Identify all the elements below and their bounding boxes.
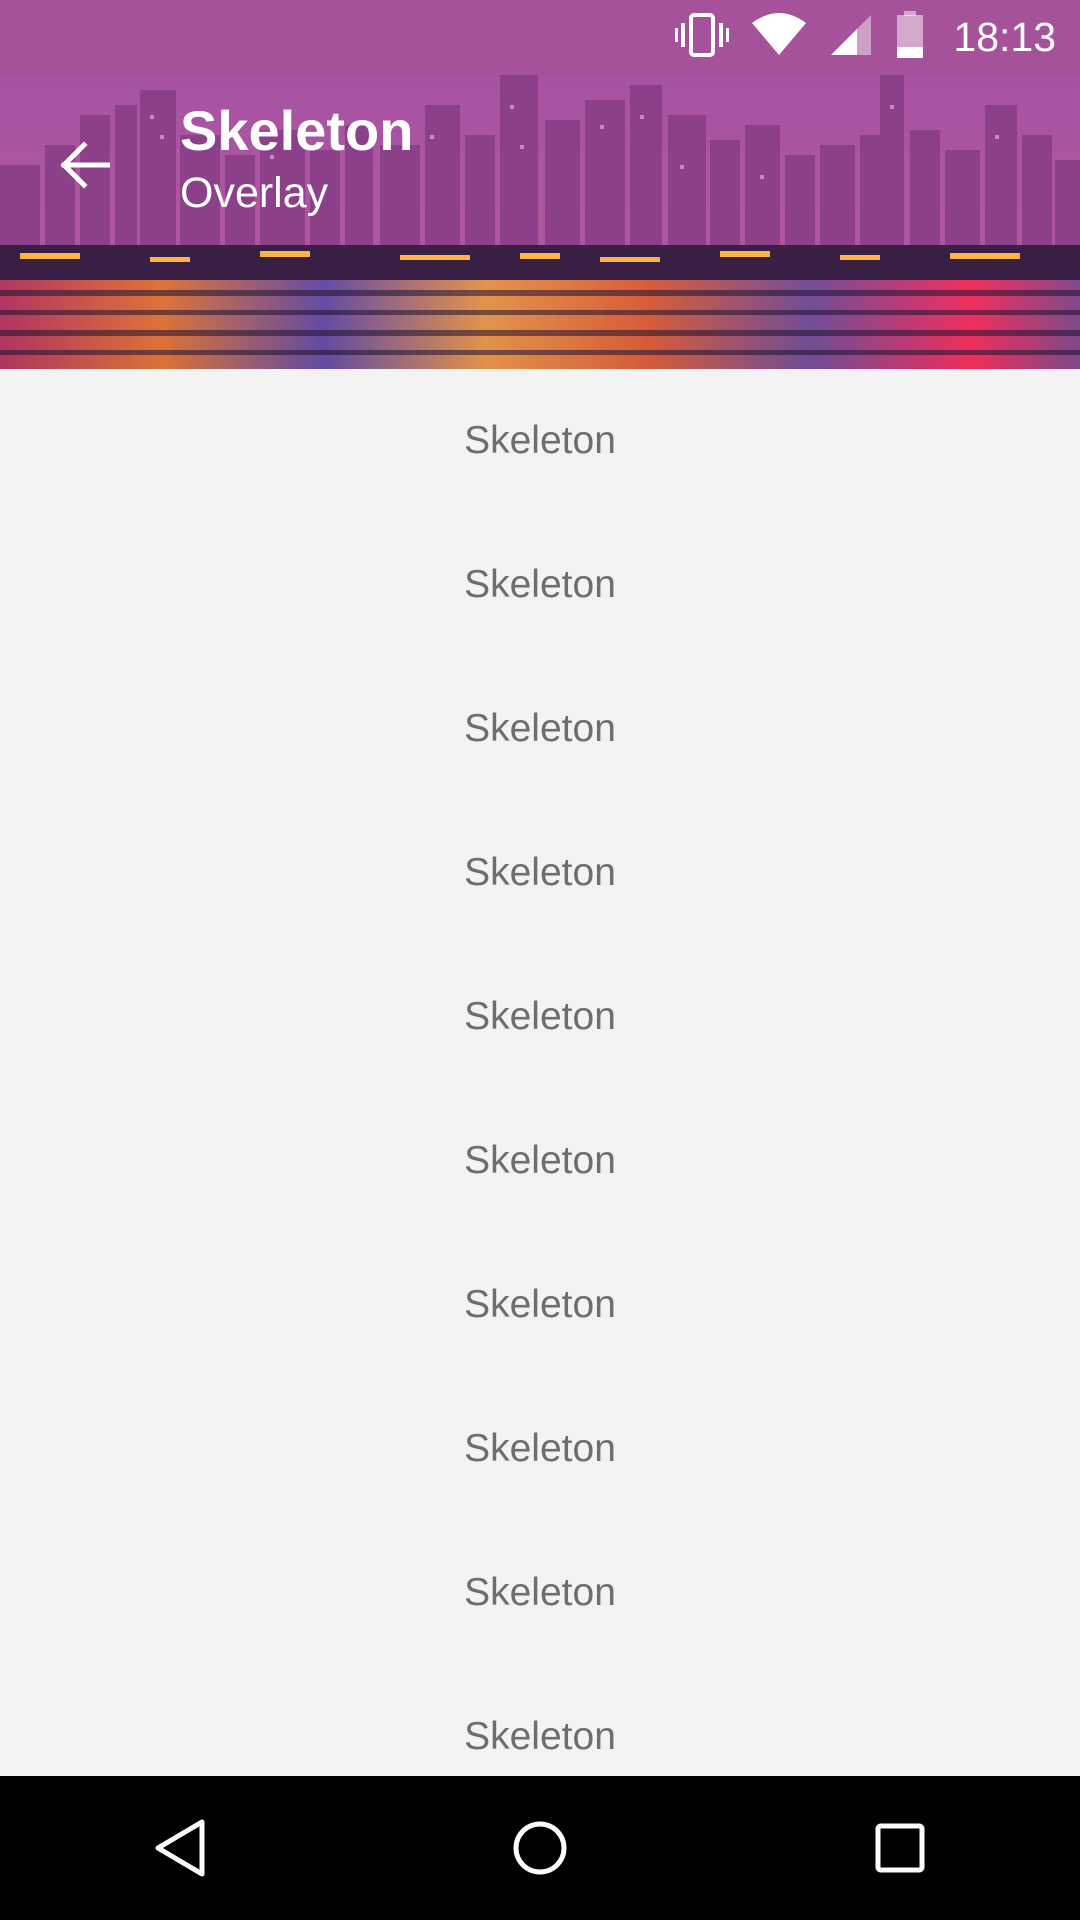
vibrate-icon [675, 13, 730, 62]
status-bar: 18:13 [0, 0, 1080, 75]
toolbar-subtitle: Overlay [180, 169, 329, 217]
battery-icon [895, 11, 925, 64]
list-item[interactable]: Skeleton [0, 513, 1080, 657]
home-circle-icon [513, 1821, 567, 1875]
clock: 18:13 [953, 14, 1056, 60]
wifi-icon [751, 13, 807, 62]
back-button[interactable] [44, 125, 124, 205]
recents-square-icon [875, 1823, 925, 1873]
back-triangle-icon [155, 1819, 205, 1877]
list-item[interactable]: Skeleton [0, 801, 1080, 945]
skeleton-list[interactable]: Skeleton Skeleton Skeleton Skeleton Skel… [0, 369, 1080, 1776]
list-item[interactable]: Skeleton [0, 369, 1080, 513]
header-city-image [0, 75, 1080, 369]
list-item[interactable]: Skeleton [0, 1233, 1080, 1377]
list-item[interactable]: Skeleton [0, 945, 1080, 1089]
list-item[interactable]: Skeleton [0, 657, 1080, 801]
list-item[interactable]: Skeleton [0, 1665, 1080, 1776]
toolbar-titles: Skeleton Overlay [180, 99, 413, 221]
nav-back-button[interactable] [120, 1788, 240, 1908]
list-item[interactable]: Skeleton [0, 1521, 1080, 1665]
cell-signal-icon [829, 13, 873, 62]
arrow-back-icon [60, 141, 110, 189]
toolbar-title: Skeleton [180, 99, 414, 162]
nav-home-button[interactable] [480, 1788, 600, 1908]
nav-recents-button[interactable] [840, 1788, 960, 1908]
toolbar: Skeleton Overlay [0, 75, 1080, 369]
list-item[interactable]: Skeleton [0, 1377, 1080, 1521]
navigation-bar [0, 1776, 1080, 1920]
list-item[interactable]: Skeleton [0, 1089, 1080, 1233]
